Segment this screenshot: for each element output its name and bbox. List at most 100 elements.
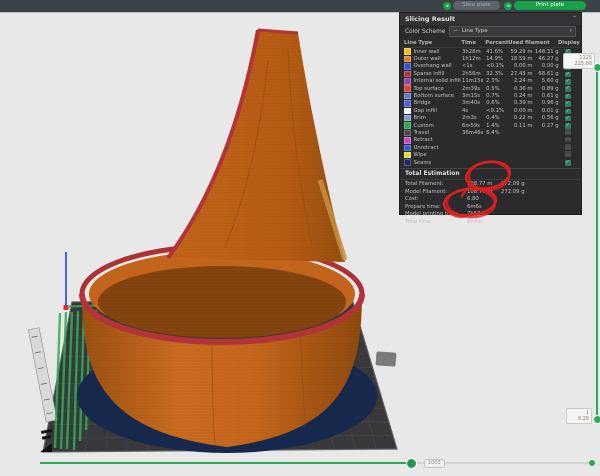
move-slider-end-marker xyxy=(589,460,595,466)
line-type-row: Inner wall 3h28m 41.6% 59.29 m 148.31 g … xyxy=(400,48,581,55)
display-checkbox[interactable] xyxy=(565,129,571,135)
line-type-name: Bridge xyxy=(414,100,431,106)
line-type-row: Top surface 2m39s 0.5% 0.36 m 0.89 g ✓ xyxy=(400,85,581,92)
line-type-percent: 0.6% xyxy=(486,100,508,106)
line-type-name: Custom xyxy=(414,123,434,129)
print-plate-dropdown-arrow-icon[interactable]: ◂ xyxy=(504,2,512,10)
line-type-percent: 6.4% xyxy=(486,130,508,136)
total-value-1: 8h4m xyxy=(467,219,501,225)
col-display: Display xyxy=(558,40,577,46)
line-type-percent: 14.9% xyxy=(486,56,508,62)
line-type-color-chip xyxy=(404,48,411,55)
line-type-time: 36m46s xyxy=(462,130,486,136)
line-type-color-chip xyxy=(404,145,411,152)
move-slider-value: 1003 xyxy=(424,459,445,468)
total-row: Cost: 6.80 xyxy=(400,195,581,203)
line-type-name: Travel xyxy=(414,130,430,136)
total-row: Total time: 8h4m xyxy=(400,218,581,226)
display-checkbox[interactable]: ✓ xyxy=(565,101,571,107)
total-row: Model Filament: 108.77 m 272.09 g xyxy=(400,188,581,196)
line-type-time: 3h28m xyxy=(462,49,486,55)
line-type-percent: <0.1% xyxy=(486,63,508,69)
line-type-length: 0.36 m xyxy=(508,86,532,92)
display-checkbox[interactable]: ✓ xyxy=(565,72,571,78)
layer-slider-track[interactable] xyxy=(596,66,598,422)
display-checkbox[interactable] xyxy=(565,144,571,150)
total-label: Prepare time: xyxy=(405,204,467,210)
line-type-percent: <0.1% xyxy=(486,108,508,114)
line-type-time: <1s xyxy=(462,63,486,69)
total-row: Prepare time: 6m6s xyxy=(400,203,581,211)
line-type-color-chip xyxy=(404,78,411,85)
line-type-row: Bridge 3m40s 0.6% 0.39 m 0.96 g ✓ xyxy=(400,100,581,107)
line-type-weight: 5.60 g xyxy=(533,78,559,84)
line-type-table-header: Line Type Time Percent Used filament Dis… xyxy=(400,38,581,48)
slicing-result-panel: Slicing Result ⌃ Color Scheme — Line Typ… xyxy=(399,12,582,215)
total-value-1: 108.77 m xyxy=(467,189,501,195)
line-type-time: 6m59s xyxy=(462,123,486,129)
display-checkbox[interactable]: ✓ xyxy=(565,86,571,92)
total-label: Cost: xyxy=(405,196,467,202)
line-type-length: 0.11 m xyxy=(508,123,532,129)
slice-plate-button[interactable]: Slice plate xyxy=(453,1,500,10)
line-type-weight: 0.27 g xyxy=(533,123,559,129)
line-type-weight: 46.27 g xyxy=(533,56,559,62)
line-type-row: Unretract xyxy=(400,144,581,151)
total-value-1: 6m6s xyxy=(467,204,501,210)
display-checkbox[interactable]: ✓ xyxy=(565,109,571,115)
line-type-name: Brim xyxy=(414,115,426,121)
display-checkbox[interactable]: ✓ xyxy=(565,79,571,85)
line-type-weight: 0.00 g xyxy=(533,63,559,69)
color-scheme-row: Color Scheme — Line Type ▾ xyxy=(400,25,581,38)
line-type-row: Gap infill 4s <0.1% 0.00 m 0.01 g ✓ xyxy=(400,107,581,114)
display-checkbox[interactable]: ✓ xyxy=(565,123,571,129)
line-type-name: Seams xyxy=(414,160,432,166)
total-value-2: 272.09 g xyxy=(501,181,541,187)
sliced-model[interactable] xyxy=(77,30,377,453)
line-type-color-chip xyxy=(404,159,411,166)
line-type-row: Travel 36m46s 6.4% xyxy=(400,129,581,136)
line-type-color-chip xyxy=(404,56,411,63)
display-checkbox[interactable] xyxy=(565,137,571,143)
display-checkbox[interactable] xyxy=(565,151,571,157)
line-type-weight: 68.61 g xyxy=(533,71,559,77)
total-value-2: 272.09 g xyxy=(501,189,541,195)
line-type-weight: 148.31 g xyxy=(533,49,559,55)
line-type-name: Gap infill xyxy=(414,108,438,114)
color-scheme-select[interactable]: — Line Type ▾ xyxy=(449,26,576,37)
total-label: Total time: xyxy=(405,219,467,225)
print-plate-button[interactable]: Print plate xyxy=(514,1,586,10)
display-checkbox[interactable]: ✓ xyxy=(565,116,571,122)
chevron-up-icon[interactable]: ⌃ xyxy=(572,13,577,25)
display-checkbox[interactable]: ✓ xyxy=(565,160,571,166)
line-type-percent: 32.3% xyxy=(486,71,508,77)
color-scheme-label: Color Scheme xyxy=(405,29,445,35)
line-type-row: Overhang wall <1s <0.1% 0.00 m 0.00 g ✓ xyxy=(400,63,581,70)
line-type-weight: 0.96 g xyxy=(533,100,559,106)
plate-handle-tab xyxy=(376,351,397,366)
line-type-color-chip xyxy=(404,137,411,144)
layer-slider-top-label: 1125 225.00 xyxy=(563,53,595,69)
display-checkbox[interactable]: ✓ xyxy=(565,94,571,100)
move-slider-handle[interactable] xyxy=(406,458,417,469)
line-type-color-icon: — xyxy=(453,27,459,36)
total-row: Model printing time: 7h58m xyxy=(400,210,581,218)
layer-slider-bottom-label: 1 0.20 xyxy=(566,408,592,424)
total-label: Model Filament: xyxy=(405,189,467,195)
col-used-filament: Used filament xyxy=(508,40,558,46)
layer-slider-bottom-handle[interactable] xyxy=(593,415,600,424)
line-type-name: Top surface xyxy=(414,86,444,92)
line-type-color-chip xyxy=(404,130,411,137)
line-type-color-chip xyxy=(404,152,411,159)
line-type-name: Overhang wall xyxy=(414,63,452,69)
line-type-color-chip xyxy=(404,122,411,129)
line-type-name: Wipe xyxy=(414,152,427,158)
line-type-color-chip xyxy=(404,71,411,78)
total-value-1: 6.80 xyxy=(467,196,501,202)
line-type-percent: 41.6% xyxy=(486,49,508,55)
line-type-time: 3m40s xyxy=(462,100,486,106)
slice-plate-dropdown-arrow-icon[interactable]: ◂ xyxy=(443,2,451,10)
line-type-table: Inner wall 3h28m 41.6% 59.29 m 148.31 g … xyxy=(400,48,581,166)
line-type-time: 2m3s xyxy=(462,115,486,121)
total-label: Total Filament: xyxy=(405,181,467,187)
